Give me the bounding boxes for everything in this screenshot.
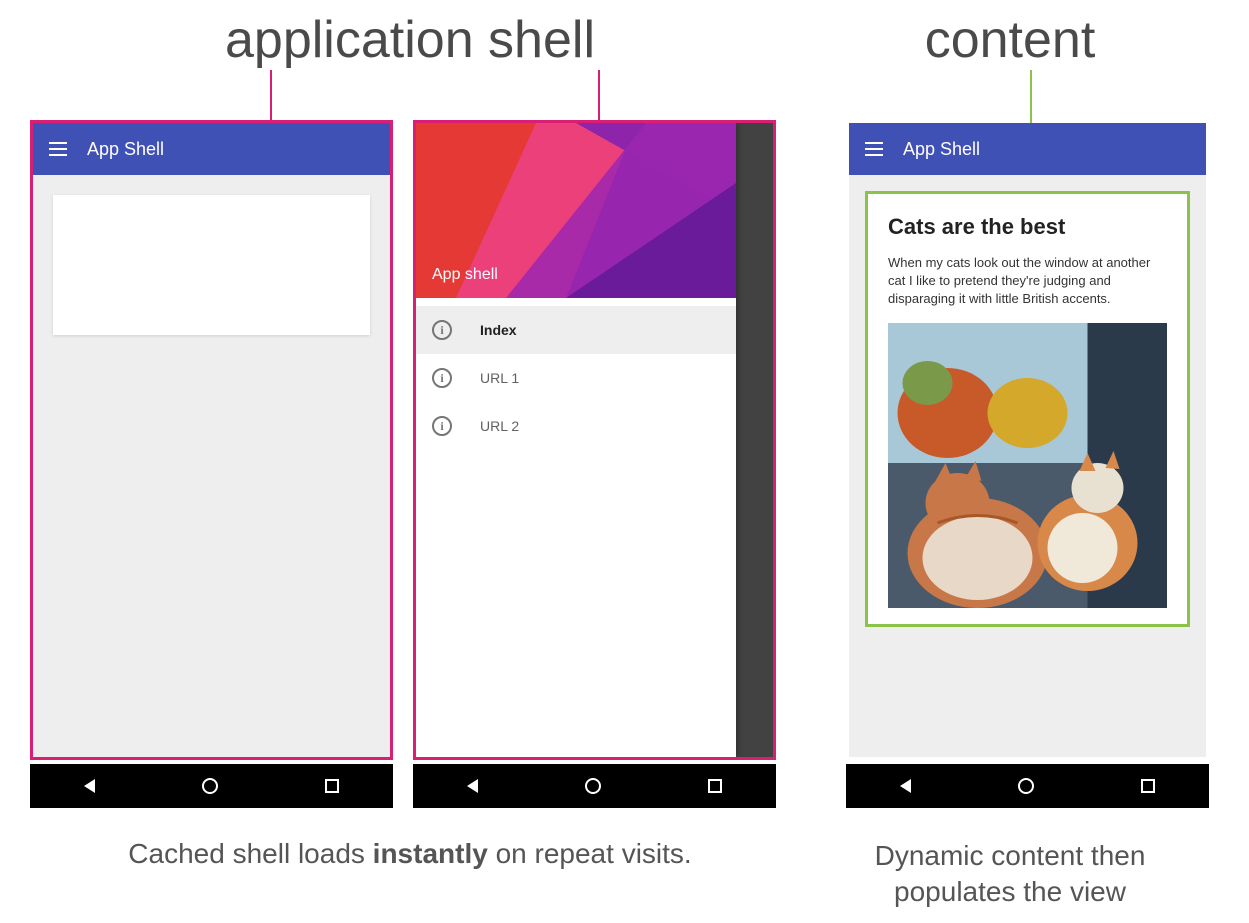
- caption-content: Dynamic content then populates the view: [810, 838, 1210, 911]
- content-card: Cats are the best When my cats look out …: [865, 191, 1190, 627]
- android-nav-bar: [846, 764, 1209, 808]
- app-bar: App Shell: [33, 123, 390, 175]
- drawer-item-index[interactable]: i Index: [416, 306, 736, 354]
- nav-home-icon[interactable]: [202, 778, 218, 794]
- nav-home-icon[interactable]: [1018, 778, 1034, 794]
- content-body: When my cats look out the window at anot…: [888, 254, 1167, 309]
- info-icon: i: [432, 368, 452, 388]
- nav-recent-icon[interactable]: [708, 779, 722, 793]
- empty-content-card: [53, 195, 370, 335]
- caption-shell: Cached shell loads instantly on repeat v…: [30, 838, 790, 911]
- hamburger-menu-icon[interactable]: [865, 142, 883, 156]
- hamburger-menu-icon[interactable]: [49, 142, 67, 156]
- drawer-item-url2[interactable]: i URL 2: [416, 402, 736, 450]
- app-bar: App Shell: [849, 123, 1206, 175]
- drawer-item-label: URL 2: [480, 418, 519, 434]
- drawer-item-label: URL 1: [480, 370, 519, 386]
- drawer-item-url1[interactable]: i URL 1: [416, 354, 736, 402]
- nav-recent-icon[interactable]: [325, 779, 339, 793]
- info-icon: i: [432, 416, 452, 436]
- app-title: App Shell: [903, 139, 980, 160]
- nav-back-icon[interactable]: [900, 779, 911, 793]
- phone-panel-shell-empty: App Shell: [30, 120, 393, 808]
- header-content: content: [810, 10, 1210, 70]
- navigation-drawer: App shell i Index i URL 1 i U: [416, 123, 736, 757]
- nav-home-icon[interactable]: [585, 778, 601, 794]
- nav-back-icon[interactable]: [467, 779, 478, 793]
- phone-panel-content: App Shell Cats are the best When my cats…: [846, 120, 1209, 808]
- drawer-title: App shell: [432, 266, 498, 284]
- connector-line-shell-2: [598, 70, 600, 125]
- drawer-header: App shell: [416, 123, 736, 298]
- nav-recent-icon[interactable]: [1141, 779, 1155, 793]
- android-nav-bar: [30, 764, 393, 808]
- app-title: App Shell: [87, 139, 164, 160]
- connector-line-shell-1: [270, 70, 272, 125]
- android-nav-bar: [413, 764, 776, 808]
- phone-panel-shell-drawer: App shell i Index i URL 1 i U: [413, 120, 776, 808]
- content-image-cats: [888, 323, 1167, 608]
- info-icon: i: [432, 320, 452, 340]
- drawer-item-label: Index: [480, 322, 517, 338]
- content-title: Cats are the best: [888, 214, 1167, 240]
- header-application-shell: application shell: [30, 10, 790, 70]
- nav-back-icon[interactable]: [84, 779, 95, 793]
